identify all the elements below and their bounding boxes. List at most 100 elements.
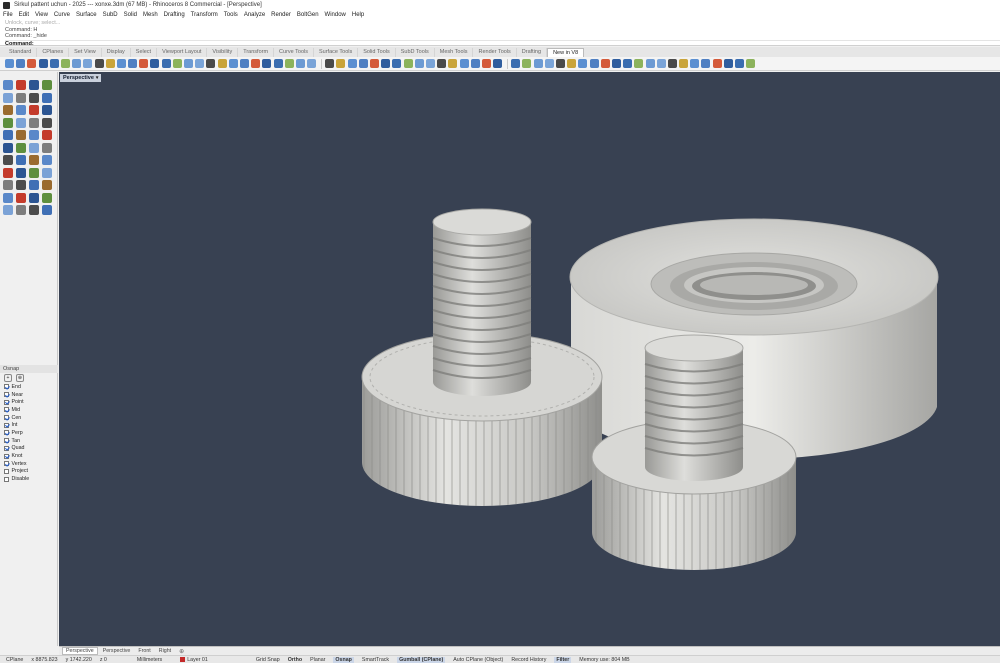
viewport-title-tab[interactable]: Perspective ▾ [60,74,102,82]
sidebar-tool-icon[interactable] [29,80,39,90]
toolbar-tab-standard[interactable]: Standard [4,48,38,57]
status-ortho[interactable]: Ortho [288,657,302,663]
toolbar-tool-icon[interactable] [493,59,503,68]
toolbar-tool-icon[interactable] [307,59,317,68]
toolbar-tab-solid-tools[interactable]: Solid Tools [358,48,396,57]
toolbar-tool-icon[interactable] [72,59,82,68]
toolbar-tool-icon[interactable] [295,59,305,68]
osnap-item-mid[interactable]: Mid [0,406,58,414]
sidebar-tool-icon[interactable] [42,142,52,153]
sidebar-tool-icon[interactable] [3,80,13,90]
status-grid-snap[interactable]: Grid Snap [256,657,280,663]
sidebar-tool-icon[interactable] [29,180,39,190]
sidebar-tool-icon[interactable] [16,117,26,128]
toolbar-tool-icon[interactable] [184,59,193,68]
sidebar-tool-icon[interactable] [16,167,26,178]
toolbar-tab-curve-tools[interactable]: Curve Tools [274,48,314,57]
sidebar-tool-icon[interactable] [3,130,13,140]
toolbar-tool-icon[interactable] [437,59,447,68]
osnap-item-cen[interactable]: Cen [0,414,58,422]
osnap-checkbox[interactable] [4,438,9,444]
toolbar-tab-new-in-v8[interactable]: New in V8 [547,48,585,57]
sidebar-tool-icon[interactable] [42,180,52,190]
toolbar-tool-icon[interactable] [645,59,655,68]
toolbar-tab-set-view[interactable]: Set View [69,48,102,57]
sidebar-tool-icon[interactable] [29,130,39,140]
toolbar-tool-icon[interactable] [38,59,48,68]
sidebar-tool-icon[interactable] [16,180,26,190]
toolbar-tab-subd-tools[interactable]: SubD Tools [396,48,435,57]
osnap-item-knot[interactable]: Knot [0,452,58,460]
sidebar-tool-icon[interactable] [42,105,52,115]
toolbar-tool-icon[interactable] [251,59,261,68]
toolbar-tool-icon[interactable] [623,59,633,68]
toolbar-tool-icon[interactable] [94,59,104,68]
sidebar-tool-icon[interactable] [16,130,26,140]
menu-solid[interactable]: Solid [124,12,137,18]
sidebar-tool-icon[interactable] [29,192,39,203]
status-osnap[interactable]: Osnap [333,656,354,663]
toolbar-tool-icon[interactable] [217,59,227,68]
toolbar-tool-icon[interactable] [723,59,733,68]
osnap-item-int[interactable]: Int [0,421,58,429]
osnap-item-disable[interactable]: Disable [0,475,58,483]
toolbar-tool-icon[interactable] [481,59,491,68]
sidebar-tool-icon[interactable] [16,92,26,103]
osnap-item-tan[interactable]: Tan [0,437,58,445]
toolbar-tool-icon[interactable] [325,59,335,68]
model-scene[interactable] [59,72,1000,646]
menu-analyze[interactable]: Analyze [244,12,265,18]
toolbar-tool-icon[interactable] [589,59,599,68]
osnap-item-near[interactable]: Near [0,391,58,399]
toolbar-tool-icon[interactable] [195,59,205,68]
toolbar-tool-icon[interactable] [735,59,744,68]
toolbar-tool-icon[interactable] [228,59,238,68]
toolbar-tool-icon[interactable] [336,59,346,68]
osnap-checkbox[interactable] [4,453,9,459]
viewport-tab-right[interactable]: Right [156,648,174,654]
toolbar-tool-icon[interactable] [392,59,402,68]
toolbar-tool-icon[interactable] [139,59,149,68]
toolbar-tool-icon[interactable] [470,59,480,68]
sidebar-tool-icon[interactable] [16,80,26,90]
toolbar-tool-icon[interactable] [128,59,138,68]
toolbar-tab-drafting[interactable]: Drafting [517,48,548,57]
toolbar-tab-display[interactable]: Display [102,48,131,57]
toolbar-tool-icon[interactable] [5,59,14,68]
menu-curve[interactable]: Curve [54,12,70,18]
sidebar-tool-icon[interactable] [42,92,52,103]
sidebar-tool-icon[interactable] [16,192,26,203]
toolbar-tab-visibility[interactable]: Visibility [207,48,239,57]
status-planar[interactable]: Planar [310,657,325,663]
osnap-item-project[interactable]: Project [0,468,58,476]
viewport-tab-perspective[interactable]: Perspective [62,647,98,655]
toolbar-tool-icon[interactable] [544,59,554,68]
status-gumball[interactable]: Gumball (CPlane) [397,656,446,663]
toolbar-tool-icon[interactable] [239,59,249,68]
sidebar-tool-icon[interactable] [16,155,26,165]
osnap-item-perp[interactable]: Perp [0,429,58,437]
toolbar-tool-icon[interactable] [690,59,700,68]
toolbar-tool-icon[interactable] [116,59,126,68]
osnap-checkbox[interactable] [4,445,9,451]
sidebar-tool-icon[interactable] [16,142,26,153]
menu-window[interactable]: Window [325,12,346,18]
sidebar-tool-icon[interactable] [42,80,52,90]
toolbar-tool-icon[interactable] [511,59,521,68]
threaded-nut[interactable] [569,218,939,459]
toolbar-tool-icon[interactable] [83,59,93,68]
sidebar-tool-icon[interactable] [29,117,39,128]
menu-drafting[interactable]: Drafting [164,12,185,18]
toolbar-tab-viewport-layout[interactable]: Viewport Layout [157,48,208,57]
osnap-checkbox[interactable] [4,392,9,398]
osnap-item-end[interactable]: End [0,383,58,391]
menu-edit[interactable]: Edit [19,12,29,18]
toolbar-tool-icon[interactable] [656,59,666,68]
sidebar-tool-icon[interactable] [3,92,13,103]
osnap-checkbox[interactable] [4,461,9,467]
toolbar-tool-icon[interactable] [370,59,379,68]
toolbar-tool-icon[interactable] [522,59,532,68]
toolbar-tool-icon[interactable] [16,59,26,68]
toolbar-tool-icon[interactable] [634,59,644,68]
sidebar-tool-icon[interactable] [42,117,52,128]
